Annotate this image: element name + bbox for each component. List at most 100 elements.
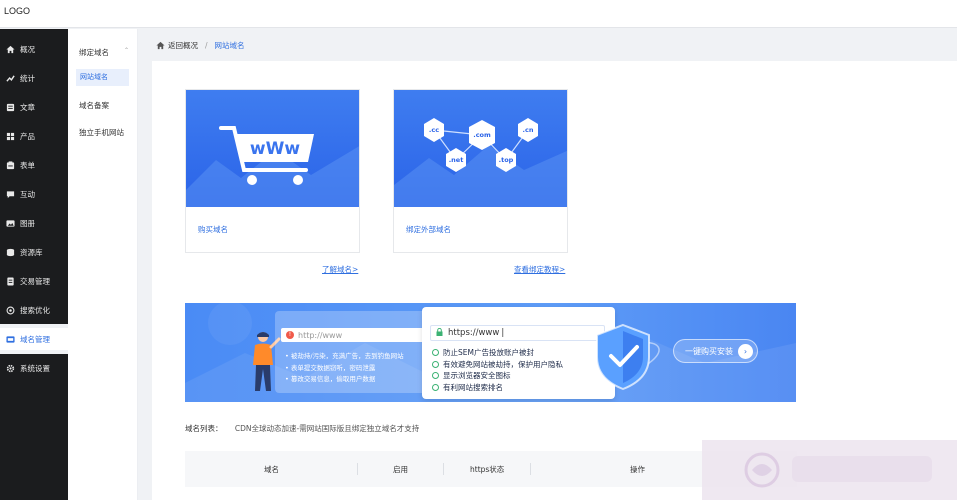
home-icon (156, 41, 165, 50)
subnav-group-bind-domain[interactable]: 绑定域名 ⌃ (79, 47, 129, 58)
sidebar-item-label: 互动 (20, 189, 35, 199)
chat-icon (6, 190, 15, 199)
sidebar-item-label: 资源库 (20, 247, 43, 257)
risk-item: • 被劫持/污染，充满广告，去到钓鱼网站 (285, 352, 404, 360)
subnav-item-site-domain[interactable]: 网站域名 (76, 69, 129, 86)
sidebar-item-domain[interactable]: 域名管理 (0, 328, 68, 350)
feature-item: 防止SEM广告投放账户被封 (432, 347, 563, 359)
column-header-domain: 域名 (264, 465, 279, 474)
http-url: http://www (298, 330, 343, 340)
column-header-https: https状态 (470, 465, 505, 474)
sidebar-item-label: 产品 (20, 131, 35, 141)
arrow-right-icon: › (738, 344, 753, 359)
logo: LOGO (4, 6, 31, 16)
product-icon (6, 132, 15, 141)
column-header-enabled: 启用 (393, 465, 408, 474)
sidebar-item-label: 搜索优化 (20, 305, 50, 315)
sidebar-item-seo[interactable]: 搜索优化 (0, 299, 68, 321)
one-click-install-button[interactable]: 一键购买安装 › (673, 339, 758, 363)
bind-external-domain-label: 绑定外部域名 (406, 225, 451, 234)
svg-text:wWw: wWw (250, 139, 300, 159)
sidebar-item-trade[interactable]: 交易管理 (0, 270, 68, 292)
subnav-group-label: 绑定域名 (79, 48, 109, 57)
domain-list-header: 域名列表： CDN全球动态加速-需网站国际版且绑定独立域名才支持 (185, 423, 419, 434)
sidebar-item-label: 统计 (20, 73, 35, 83)
cta-label: 一键购买安装 (685, 346, 733, 356)
sidebar-item-gallery[interactable]: 图册 (0, 212, 68, 234)
http-browser-illustration: ! http://www • 被劫持/污染，充满广告，去到钓鱼网站 • 表单提交… (275, 311, 435, 393)
column-divider (357, 463, 358, 475)
column-divider (530, 463, 531, 475)
gear-icon (6, 364, 15, 373)
domain-icon (6, 335, 15, 344)
breadcrumb-back-link[interactable]: 返回概况 (168, 40, 198, 51)
tag-top: .top (499, 156, 514, 164)
sidebar-item-label: 域名管理 (20, 334, 50, 344)
sidebar-item-settings[interactable]: 系统设置 (0, 357, 68, 379)
buy-domain-card[interactable]: wWw 购买域名 (185, 89, 360, 253)
check-icon (432, 372, 439, 379)
domain-list-label: 域名列表： (185, 424, 223, 433)
breadcrumb-current: 网站域名 (214, 40, 245, 50)
sidebar-item-label: 图册 (20, 218, 35, 228)
watermark-overlay (702, 440, 957, 500)
home-icon (6, 45, 15, 54)
sidebar-item-interact[interactable]: 互动 (0, 183, 68, 205)
subnav-item-mobile-site[interactable]: 独立手机网站 (79, 127, 124, 138)
sidebar: 概况 统计 文章 产品 表单 互动 图册 资源库 交易管理 搜索优化 域名管理 (0, 29, 68, 500)
top-bar: LOGO (0, 0, 957, 28)
http-address-bar: ! http://www (281, 328, 429, 342)
form-icon (6, 160, 15, 170)
sidebar-item-label: 系统设置 (20, 363, 50, 373)
ssl-promo-banner[interactable]: ! http://www • 被劫持/污染，充满广告，去到钓鱼网站 • 表单提交… (185, 303, 796, 402)
breadcrumb: 返回概况 / 网站域名 (138, 29, 957, 61)
sidebar-item-label: 概况 (20, 44, 35, 54)
check-icon (432, 349, 439, 356)
bind-domain-banner: .cc .com .cn .net .top (394, 90, 567, 207)
sidebar-item-form[interactable]: 表单 (0, 154, 68, 176)
view-tutorial-link[interactable]: 查看绑定教程> (514, 264, 565, 275)
buy-domain-label: 购买域名 (198, 225, 228, 234)
tag-cn: .cn (523, 126, 534, 134)
chevron-up-icon: ⌃ (123, 47, 129, 54)
https-feature-list: 防止SEM广告投放账户被封 有效避免网站被劫持，保护用户隐私 显示浏览器安全图标… (432, 347, 563, 393)
buy-domain-banner: wWw (186, 90, 359, 207)
risk-item: • 篡改交易信息，偷取用户数据 (285, 375, 376, 383)
warning-icon: ! (286, 331, 294, 339)
resource-icon (6, 248, 15, 257)
seo-icon (6, 306, 15, 315)
sidebar-item-stats[interactable]: 统计 (0, 67, 68, 89)
https-url: https://www (448, 328, 500, 338)
sidebar-item-article[interactable]: 文章 (0, 96, 68, 118)
lock-icon (436, 327, 443, 339)
shield-icon (586, 323, 660, 391)
column-divider (443, 463, 444, 475)
feature-item: 显示浏览器安全图标 (432, 370, 563, 382)
feature-item: 有效避免网站被劫持，保护用户隐私 (432, 359, 563, 371)
tag-com: .com (473, 131, 491, 139)
cdn-note: CDN全球动态加速-需网站国际版且绑定独立域名才支持 (234, 424, 420, 433)
breadcrumb-separator: / (205, 40, 208, 50)
sidebar-item-label: 交易管理 (20, 276, 50, 286)
feature-item: 有利网站搜索排名 (432, 382, 563, 394)
learn-domain-link[interactable]: 了解域名> (322, 264, 358, 275)
trade-icon (6, 276, 15, 286)
sidebar-item-label: 表单 (20, 160, 35, 170)
watermark-logo (744, 452, 932, 488)
article-icon (6, 103, 15, 112)
sidebar-item-resource[interactable]: 资源库 (0, 241, 68, 263)
https-address-bar: https://www | (430, 325, 605, 341)
risk-item: • 表单提交数据窃听，密码泄露 (285, 363, 376, 372)
domain-network-icon: .cc .com .cn .net .top (394, 118, 567, 207)
tag-cc: .cc (429, 126, 439, 134)
stats-icon (6, 74, 15, 83)
sidebar-item-overview[interactable]: 概况 (0, 38, 68, 60)
main-content: wWw 购买域名 了解域名> .cc .com .cn .net .top 绑定… (152, 61, 957, 500)
sidebar-item-product[interactable]: 产品 (0, 125, 68, 147)
bind-external-domain-card[interactable]: .cc .com .cn .net .top 绑定外部域名 (393, 89, 568, 253)
shopping-cart-icon: wWw (186, 126, 359, 207)
sub-navigation: 绑定域名 ⌃ 网站域名 域名备案 独立手机网站 (68, 29, 138, 500)
sidebar-item-label: 文章 (20, 102, 35, 112)
check-icon (432, 383, 439, 391)
subnav-item-domain-record[interactable]: 域名备案 (79, 100, 109, 111)
